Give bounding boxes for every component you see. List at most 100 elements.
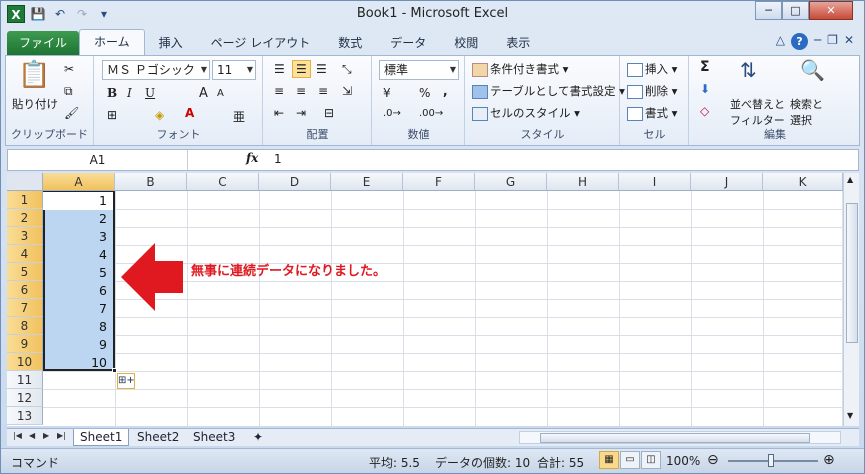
- cell-a2[interactable]: 2: [43, 210, 113, 228]
- clear-icon[interactable]: ◇: [700, 104, 709, 118]
- insert-cells-button[interactable]: 挿入 ▾: [627, 61, 677, 77]
- cut-icon[interactable]: ✂: [64, 62, 74, 76]
- formula-input[interactable]: 1: [274, 152, 282, 166]
- first-sheet-icon[interactable]: |◀: [13, 431, 22, 440]
- page-break-view-button[interactable]: ◫: [641, 451, 661, 469]
- cell-a6[interactable]: 6: [43, 282, 113, 300]
- scroll-up-icon[interactable]: ▲: [847, 175, 853, 184]
- normal-view-button[interactable]: ▦: [599, 451, 619, 469]
- decrease-indent-icon[interactable]: ⇤: [274, 106, 284, 120]
- row-header-7[interactable]: 7: [7, 299, 43, 317]
- column-header-i[interactable]: I: [619, 173, 691, 191]
- align-bottom-icon[interactable]: ☰: [316, 62, 327, 76]
- workbook-restore-icon[interactable]: ❐: [827, 33, 838, 50]
- column-header-d[interactable]: D: [259, 173, 331, 191]
- zoom-slider-thumb[interactable]: [768, 454, 774, 467]
- comma-button[interactable]: ,: [443, 84, 448, 98]
- row-header-9[interactable]: 9: [7, 335, 43, 353]
- shrink-font-button[interactable]: A: [217, 88, 224, 99]
- align-left-icon[interactable]: ≡: [274, 84, 284, 98]
- column-header-k[interactable]: K: [763, 173, 843, 191]
- tab-file[interactable]: ファイル: [7, 31, 80, 55]
- cell-styles-button[interactable]: セルのスタイル ▾: [472, 105, 580, 121]
- font-color-button[interactable]: A: [185, 106, 194, 120]
- row-header-13[interactable]: 13: [7, 407, 43, 425]
- cell-a1[interactable]: 1: [43, 192, 113, 210]
- conditional-format-button[interactable]: 条件付き書式 ▾: [472, 61, 568, 77]
- decrease-decimal-icon[interactable]: .00→: [419, 108, 443, 119]
- vertical-scroll-thumb[interactable]: [846, 203, 858, 343]
- row-header-11[interactable]: 11: [7, 371, 43, 389]
- workbook-close-icon[interactable]: ✕: [844, 33, 854, 50]
- column-header-e[interactable]: E: [331, 173, 403, 191]
- copy-icon[interactable]: ⧉: [64, 84, 73, 99]
- cell-a9[interactable]: 9: [43, 336, 113, 354]
- orientation-icon[interactable]: ⤡: [342, 62, 352, 77]
- scroll-down-icon[interactable]: ▼: [847, 411, 853, 420]
- column-header-c[interactable]: C: [187, 173, 259, 191]
- bold-button[interactable]: B: [107, 86, 117, 100]
- row-header-2[interactable]: 2: [7, 209, 43, 227]
- row-header-10[interactable]: 10: [7, 353, 43, 371]
- underline-button[interactable]: U: [145, 86, 155, 100]
- page-layout-view-button[interactable]: ▭: [620, 451, 640, 469]
- align-center-icon[interactable]: ≡: [296, 84, 306, 98]
- format-cells-button[interactable]: 書式 ▾: [627, 105, 677, 121]
- font-name-combo[interactable]: ＭＳ Ｐゴシック ▼: [102, 60, 210, 80]
- fill-color-icon[interactable]: ◈: [155, 108, 164, 122]
- find-select-button[interactable]: 検索と 選択: [790, 96, 823, 128]
- paste-icon[interactable]: 📋: [18, 60, 50, 90]
- tab-review[interactable]: 校閲: [440, 31, 492, 55]
- column-header-g[interactable]: G: [475, 173, 547, 191]
- row-header-3[interactable]: 3: [7, 227, 43, 245]
- tab-home[interactable]: ホーム: [79, 29, 145, 55]
- row-header-4[interactable]: 4: [7, 245, 43, 263]
- number-format-combo[interactable]: 標準 ▼: [379, 60, 459, 80]
- horizontal-scroll-thumb[interactable]: [540, 433, 810, 443]
- column-header-b[interactable]: B: [115, 173, 187, 191]
- sheet-tab-3[interactable]: Sheet3: [187, 429, 241, 446]
- font-size-combo[interactable]: 11 ▼: [212, 60, 256, 80]
- cell-a7[interactable]: 7: [43, 300, 113, 318]
- last-sheet-icon[interactable]: ▶|: [57, 431, 66, 440]
- sort-filter-icon[interactable]: ⇅: [740, 58, 757, 82]
- minimize-ribbon-icon[interactable]: △: [776, 33, 785, 50]
- align-right-icon[interactable]: ≡: [318, 84, 328, 98]
- sheet-tab-2[interactable]: Sheet2: [131, 429, 185, 446]
- cell-a3[interactable]: 3: [43, 228, 113, 246]
- help-icon[interactable]: ?: [790, 33, 808, 50]
- row-header-5[interactable]: 5: [7, 263, 43, 281]
- increase-decimal-icon[interactable]: .0→: [383, 108, 401, 119]
- row-header-8[interactable]: 8: [7, 317, 43, 335]
- italic-button[interactable]: I: [127, 86, 132, 100]
- currency-icon[interactable]: ¥: [383, 86, 391, 100]
- row-header-6[interactable]: 6: [7, 281, 43, 299]
- tab-page-layout[interactable]: ページ レイアウト: [197, 31, 325, 55]
- tab-view[interactable]: 表示: [492, 31, 544, 55]
- column-header-j[interactable]: J: [691, 173, 763, 191]
- binoculars-icon[interactable]: 🔍: [800, 58, 825, 82]
- row-header-12[interactable]: 12: [7, 389, 43, 407]
- select-all-corner[interactable]: [7, 173, 43, 191]
- minimize-button[interactable]: ─: [755, 1, 782, 20]
- name-box[interactable]: A1: [8, 150, 188, 170]
- phonetic-button[interactable]: 亜: [233, 108, 245, 125]
- align-middle-icon[interactable]: ☰: [292, 60, 311, 78]
- align-top-icon[interactable]: ☰: [274, 62, 285, 76]
- cell-a10[interactable]: 10: [43, 354, 113, 372]
- column-header-f[interactable]: F: [403, 173, 475, 191]
- vertical-scrollbar[interactable]: ▲ ▼: [843, 173, 859, 426]
- wrap-text-icon[interactable]: ⇲: [342, 84, 352, 98]
- zoom-out-icon[interactable]: ⊖: [707, 452, 719, 468]
- percent-button[interactable]: %: [419, 86, 430, 100]
- cell-a5[interactable]: 5: [43, 264, 113, 282]
- increase-indent-icon[interactable]: ⇥: [296, 106, 306, 120]
- zoom-in-icon[interactable]: ⊕: [823, 452, 835, 468]
- zoom-level[interactable]: 100%: [666, 454, 700, 468]
- fill-icon[interactable]: ⬇: [700, 82, 710, 96]
- merge-center-icon[interactable]: ⊟: [324, 106, 334, 120]
- row-header-1[interactable]: 1: [7, 191, 43, 209]
- autosum-button[interactable]: Σ: [700, 59, 710, 75]
- workbook-minimize-icon[interactable]: ─: [814, 33, 821, 50]
- delete-cells-button[interactable]: 削除 ▾: [627, 83, 677, 99]
